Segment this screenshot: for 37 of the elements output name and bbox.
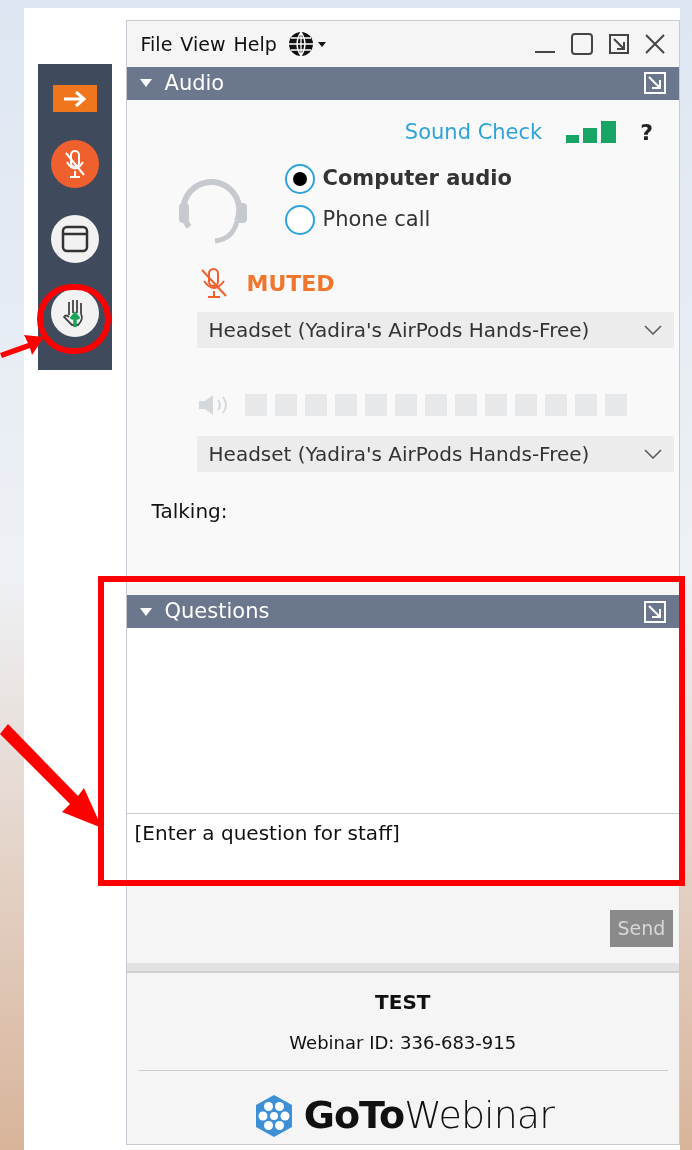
audio-option[interactable]: Computer audio [284,162,512,195]
webinar-title: TEST [375,989,431,1016]
collapse-panel-button[interactable] [52,85,97,112]
raise-hand-button[interactable] [50,289,99,337]
muted-microphone-icon [62,149,87,179]
close-icon[interactable] [643,31,667,56]
product-logo: GoToWebinar [303,1092,554,1139]
signal-bars-icon [566,121,617,144]
show-window-button[interactable] [50,215,99,263]
annotation-arrow [0,334,44,358]
undock-icon[interactable] [643,599,667,624]
maximize-icon[interactable] [569,30,595,57]
audio-option[interactable]: Phone call [284,204,512,236]
panel-header[interactable]: Questions [126,595,679,629]
panel-header[interactable]: Audio [126,66,679,100]
radio-button[interactable] [284,205,315,236]
help-link[interactable]: ? [640,115,653,149]
chevron-down-icon [643,324,662,335]
mute-button[interactable] [50,140,99,188]
collapse-triangle-icon[interactable] [138,606,153,617]
undock-icon[interactable] [607,31,631,56]
radio-button[interactable] [284,163,315,194]
collapse-triangle-icon[interactable] [138,78,153,89]
muted-label: MUTED [246,269,335,298]
menu-item[interactable]: Help [231,29,279,59]
device-dropdown[interactable]: Headset (Yadira's AirPods Hands-Free) [196,435,674,472]
menu-item[interactable]: File [138,29,175,59]
talking-label: Talking: [151,497,229,525]
menu-item[interactable]: View [178,29,228,59]
panel-title: Questions [164,598,271,626]
webinar-id: Webinar ID: 336-683-915 [289,1031,517,1055]
window-icon [60,225,89,253]
chevron-down-icon [643,448,662,459]
device-dropdown[interactable]: Headset (Yadira's AirPods Hands-Free) [196,311,674,348]
undock-icon[interactable] [643,71,667,96]
arrow-right-icon [61,89,88,108]
panel-title: Audio [164,69,226,97]
